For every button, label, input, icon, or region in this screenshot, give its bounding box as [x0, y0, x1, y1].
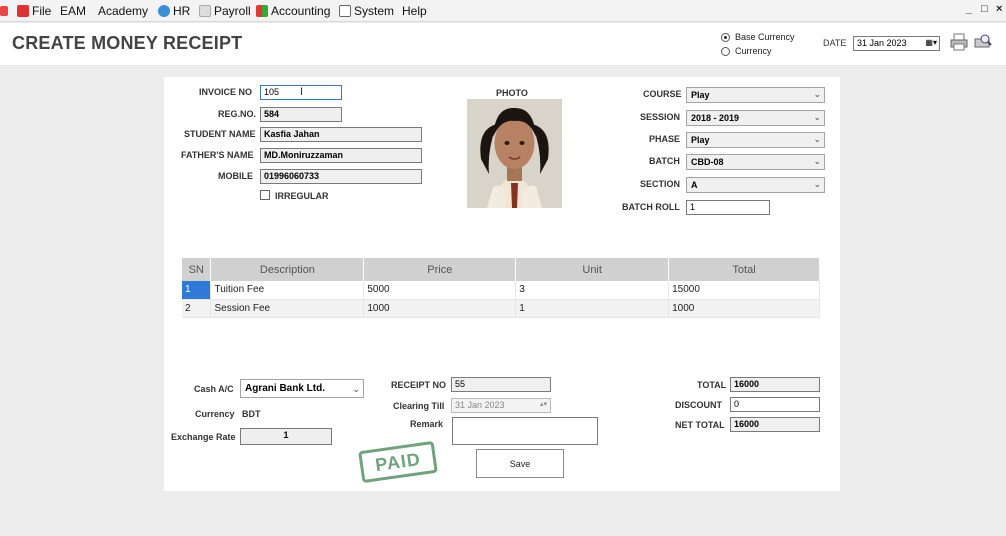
chevron-down-icon: ⌄ [813, 179, 821, 189]
chevron-down-icon: ⌄ [813, 134, 821, 144]
batch-roll-label: BATCH ROLL [622, 202, 680, 212]
section-label: SECTION [640, 179, 681, 189]
payroll-icon [199, 5, 211, 17]
column-header[interactable]: Price [363, 258, 517, 281]
menu-file[interactable]: File [17, 3, 51, 19]
table-cell[interactable]: 3 [515, 281, 670, 300]
fee-table: SN Description Price Unit Total 1 Tuitio… [182, 258, 820, 318]
batch-label: BATCH [649, 156, 680, 166]
phase-select[interactable]: Play ⌄ [686, 132, 825, 148]
total-label: TOTAL [697, 380, 727, 390]
clearing-till-label: Clearing Till [393, 401, 445, 411]
menu-hr[interactable]: HR [158, 3, 190, 19]
file-icon [17, 5, 29, 17]
chevron-down-icon: ⌄ [813, 156, 821, 166]
radio-currency[interactable]: Currency [721, 46, 772, 56]
currency-label: Currency [195, 409, 235, 419]
radio-selected-icon [721, 32, 730, 42]
date-label: DATE [823, 38, 847, 48]
date-picker[interactable]: 31 Jan 2023 ▦▾ [853, 36, 940, 51]
radio-unselected-icon [721, 46, 730, 56]
net-total-label: NET TOTAL [675, 420, 725, 430]
phase-label: PHASE [649, 134, 681, 144]
column-header[interactable]: SN [182, 258, 212, 281]
menu-bar: File EAM Academy HR Payroll Accounting S… [0, 0, 1006, 22]
father-name-field[interactable]: MD.Moniruzzaman [260, 148, 422, 163]
table-cell[interactable]: Tuition Fee [210, 281, 365, 300]
minimize-button[interactable]: _ [966, 3, 972, 15]
course-label: COURSE [643, 89, 682, 99]
remark-label: Remark [410, 419, 444, 429]
mobile-field[interactable]: 01996060733 [260, 169, 422, 184]
father-name-label: FATHER'S NAME [181, 150, 254, 160]
currency-value: BDT [242, 409, 261, 419]
page-title: CREATE MONEY RECEIPT [12, 33, 243, 53]
course-select[interactable]: Play ⌄ [686, 87, 825, 103]
remark-textarea[interactable] [452, 417, 598, 445]
column-header[interactable]: Total [668, 258, 820, 281]
chevron-down-icon: ⌄ [813, 112, 821, 122]
student-name-label: STUDENT NAME [184, 129, 256, 139]
receipt-no-label: RECEIPT NO [391, 380, 447, 390]
irregular-label: IRREGULAR [275, 191, 329, 201]
session-select[interactable]: 2018 - 2019 ⌄ [686, 110, 825, 126]
column-header[interactable]: Description [210, 258, 365, 281]
student-photo[interactable] [467, 99, 562, 208]
student-name-field[interactable]: Kasfia Jahan [260, 127, 422, 142]
column-header[interactable]: Unit [515, 258, 670, 281]
invoice-label: INVOICE NO [199, 87, 253, 97]
table-cell[interactable]: Session Fee [210, 299, 365, 318]
clearing-till-picker[interactable]: 31 Jan 2023 ▴▾ [451, 398, 551, 413]
receipt-no-field[interactable]: 55 [451, 377, 551, 392]
menu-system[interactable]: System [339, 3, 394, 19]
accounting-icon [256, 5, 268, 17]
table-cell[interactable]: 1000 [668, 299, 820, 318]
discount-input[interactable]: 0 [730, 397, 820, 412]
save-button[interactable]: Save [476, 449, 564, 478]
table-cell[interactable]: 5000 [363, 281, 517, 300]
cash-account-select[interactable]: Agrani Bank Ltd. ⌄ [240, 379, 364, 398]
mobile-label: MOBILE [218, 171, 253, 181]
table-row[interactable]: 2 Session Fee 1000 1 1000 [182, 299, 820, 318]
table-cell[interactable]: 1000 [363, 299, 517, 318]
table-cell[interactable]: 1 [515, 299, 670, 318]
hr-icon [158, 5, 170, 17]
menu-eam[interactable]: EAM [60, 3, 86, 19]
table-header-row: SN Description Price Unit Total [182, 258, 820, 281]
app-icon [0, 3, 11, 19]
system-icon [339, 5, 351, 17]
discount-label: DISCOUNT [675, 400, 722, 410]
net-total-field[interactable]: 16000 [730, 417, 820, 432]
total-field[interactable]: 16000 [730, 377, 820, 392]
chevron-down-icon: ⌄ [813, 89, 821, 99]
photo-label: PHOTO [496, 88, 528, 98]
table-row[interactable]: 1 Tuition Fee 5000 3 15000 [182, 281, 820, 300]
regno-label: REG.NO. [218, 109, 257, 119]
exchange-rate-field[interactable]: 1 [240, 428, 332, 445]
menu-help[interactable]: Help [402, 3, 427, 19]
batch-roll-input[interactable]: 1 [686, 200, 770, 215]
restore-button[interactable]: □ [981, 3, 988, 15]
print-preview-icon[interactable] [974, 33, 992, 51]
spin-icon: ▴▾ [539, 401, 547, 408]
table-cell[interactable]: 2 [182, 299, 212, 318]
calendar-icon: ▦▾ [925, 38, 937, 47]
section-select[interactable]: A ⌄ [686, 177, 825, 193]
chevron-down-icon: ⌄ [352, 384, 360, 394]
session-label: SESSION [640, 112, 681, 122]
text-cursor-icon: I [300, 86, 304, 98]
menu-payroll[interactable]: Payroll [199, 3, 251, 19]
close-button[interactable]: × [996, 3, 1002, 15]
print-icon[interactable] [950, 33, 968, 51]
table-cell[interactable]: 15000 [668, 281, 820, 300]
menu-academy[interactable]: Academy [98, 3, 148, 19]
regno-field[interactable]: 584 [260, 107, 342, 122]
batch-select[interactable]: CBD-08 ⌄ [686, 154, 825, 170]
table-cell[interactable]: 1 [182, 281, 212, 300]
exchange-rate-label: Exchange Rate [171, 432, 236, 442]
irregular-checkbox[interactable] [260, 190, 270, 200]
cash-account-label: Cash A/C [194, 384, 234, 394]
menu-accounting[interactable]: Accounting [256, 3, 330, 19]
radio-base-currency[interactable]: Base Currency [721, 32, 795, 42]
